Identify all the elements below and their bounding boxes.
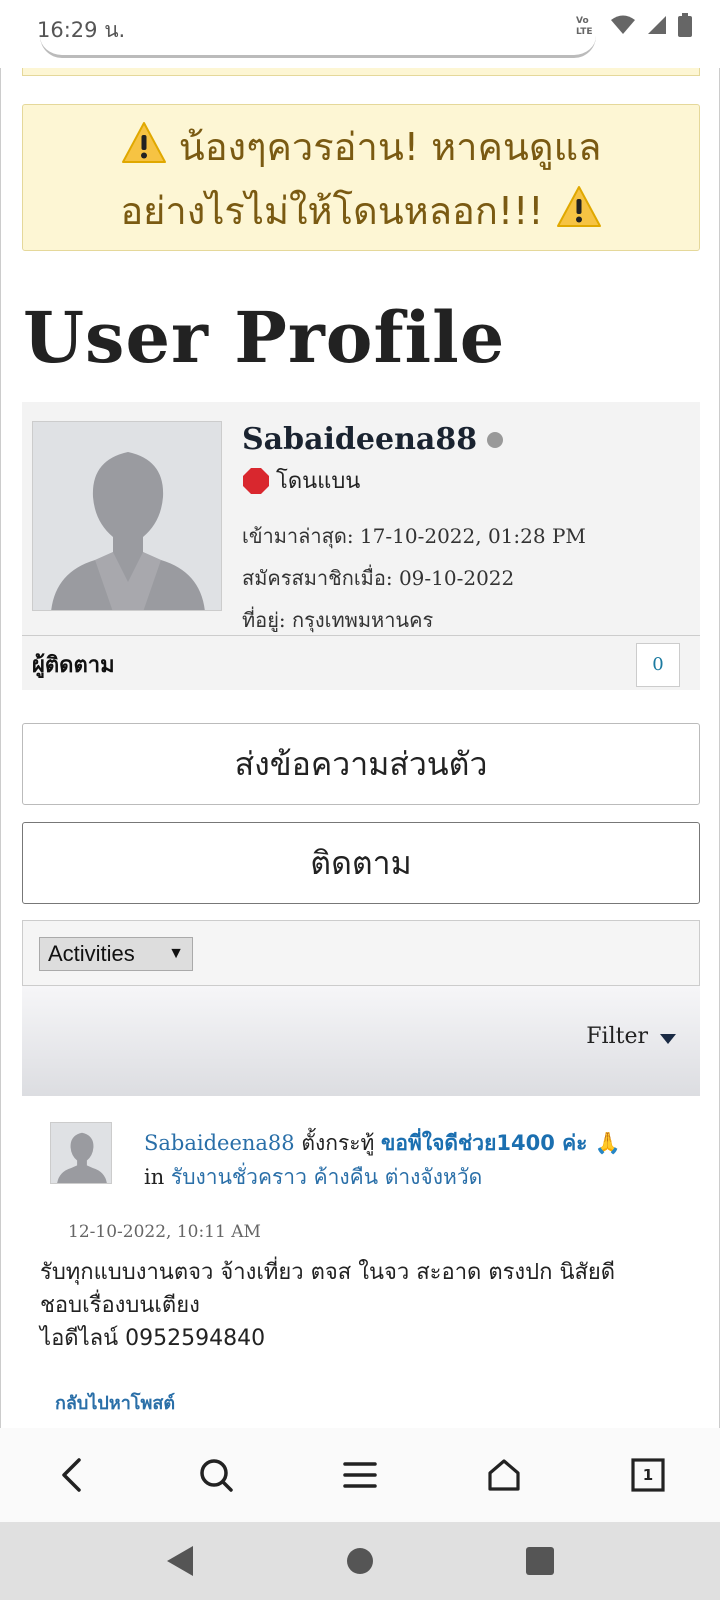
last-seen: เข้ามาล่าสุด: 17-10-2022, 01:28 PM: [242, 524, 586, 548]
activity-body-line: ไอดีไลน์ 0952594840: [40, 1326, 266, 1351]
follow-button[interactable]: ติดตาม: [22, 822, 700, 904]
dropdown-arrow-icon: ▼: [168, 945, 184, 962]
activity-body-line: รับทุกแบบงานตจว จ้างเที่ยว ตจส ในจว สะอา…: [40, 1260, 616, 1285]
location: ที่อยู่: กรุงเทพมหานคร: [242, 608, 434, 632]
system-nav-bar: [0, 1522, 720, 1600]
battery-icon: [678, 13, 692, 37]
warning-icon: [121, 122, 166, 163]
volte-icon: VoLTE: [576, 16, 593, 37]
activities-select[interactable]: Activities ▼: [39, 937, 193, 971]
browser-toolbar: 1: [0, 1428, 720, 1522]
circle-home-icon: [347, 1548, 373, 1574]
avatar: [32, 421, 222, 611]
followers-count[interactable]: 0: [636, 642, 680, 687]
page-title: User Profile: [23, 296, 506, 379]
warning-icon: [556, 186, 601, 227]
username-row: Sabaideena88: [242, 422, 586, 457]
profile-card: Sabaideena88 โดนแบน เข้ามาล่าสุด: 17-10-…: [22, 402, 700, 690]
activity-item: Sabaideena88 ตั้งกระทู้ ขอพี่ใจดีช่วย140…: [22, 1096, 700, 1428]
menu-icon: [343, 1462, 377, 1488]
filter-label: Filter: [586, 1024, 648, 1049]
back-button[interactable]: [42, 1445, 102, 1505]
address-bar-edge: [40, 36, 596, 58]
warning-line-1: น้องๆควรอ่าน! หาคนดูแล: [23, 115, 699, 179]
ban-status: โดนแบน: [242, 463, 586, 498]
square-recents-icon: [526, 1547, 554, 1575]
activity-timestamp: 12-10-2022, 10:11 AM: [68, 1222, 261, 1242]
activity-avatar[interactable]: [50, 1122, 112, 1184]
ban-label: โดนแบน: [276, 469, 361, 494]
chevron-left-icon: [62, 1458, 81, 1492]
activities-bar: Activities ▼: [22, 920, 700, 986]
activity-author-link[interactable]: Sabaideena88: [144, 1131, 295, 1155]
filter-bar: Filter: [22, 986, 700, 1096]
home-icon: [488, 1459, 520, 1491]
tabs-button[interactable]: 1: [618, 1445, 678, 1505]
default-avatar-icon: [51, 1123, 111, 1183]
activity-body: รับทุกแบบงานตจว จ้างเที่ยว ตจส ในจว สะอา…: [40, 1256, 680, 1355]
signal-icon: [648, 16, 666, 34]
svg-text:Vo: Vo: [576, 16, 589, 26]
in-label: in: [144, 1165, 171, 1189]
forum-link[interactable]: รับงานชั่วคราว ค้างคืน ต่างจังหวัด: [171, 1165, 482, 1189]
banner-edge: [22, 68, 700, 76]
system-recents-button[interactable]: [510, 1531, 570, 1591]
warning-line-2: อย่างไรไม่ให้โดนหลอก!!!: [23, 179, 699, 243]
system-back-button[interactable]: [150, 1531, 210, 1591]
caret-down-icon: [660, 1033, 676, 1044]
activity-header: Sabaideena88 ตั้งกระทู้ ขอพี่ใจดีช่วย140…: [144, 1126, 684, 1194]
menu-button[interactable]: [330, 1445, 390, 1505]
filter-toggle[interactable]: Filter: [586, 1024, 676, 1049]
default-avatar-icon: [33, 422, 221, 610]
triangle-back-icon: [167, 1546, 193, 1576]
thread-title-link[interactable]: ขอพี่ใจดีช่วย1400 ค่ะ 🙏: [381, 1131, 621, 1155]
status-bar: 16:29 น. Vo LTE: [0, 0, 720, 58]
username[interactable]: Sabaideena88: [242, 422, 477, 457]
wifi-icon: [611, 15, 635, 34]
search-icon: [200, 1459, 233, 1492]
back-to-post-link[interactable]: กลับไปหาโพสต์: [55, 1388, 175, 1417]
joined-date: สมัครสมาชิกเมื่อ: 09-10-2022: [242, 566, 515, 590]
stop-sign-icon: [243, 467, 269, 494]
followers-bar: ผู้ติดตาม 0: [22, 635, 700, 693]
warning-text-2: อย่างไรไม่ให้โดนหลอก!!!: [120, 189, 544, 233]
warning-text-1: น้องๆควรอ่าน! หาคนดูแล: [178, 125, 602, 169]
page-viewport[interactable]: น้องๆควรอ่าน! หาคนดูแล อย่างไรไม่ให้โดนห…: [0, 68, 720, 1428]
system-home-button[interactable]: [330, 1531, 390, 1591]
warning-banner: น้องๆควรอ่าน! หาคนดูแล อย่างไรไม่ให้โดนห…: [22, 104, 700, 251]
activity-action: ตั้งกระทู้: [294, 1131, 382, 1155]
offline-status-dot: [487, 431, 504, 448]
activity-body-line: ชอบเรื่องบนเตียง: [40, 1293, 200, 1318]
search-button[interactable]: [186, 1445, 246, 1505]
private-message-button[interactable]: ส่งข้อความส่วนตัว: [22, 723, 700, 805]
status-icons: Vo LTE: [574, 12, 692, 38]
home-button[interactable]: [474, 1445, 534, 1505]
activities-select-value: Activities: [48, 941, 135, 966]
tab-count: 1: [642, 1466, 654, 1484]
followers-label: ผู้ติดตาม: [32, 653, 115, 678]
profile-info: Sabaideena88 โดนแบน เข้ามาล่าสุด: 17-10-…: [242, 422, 586, 636]
